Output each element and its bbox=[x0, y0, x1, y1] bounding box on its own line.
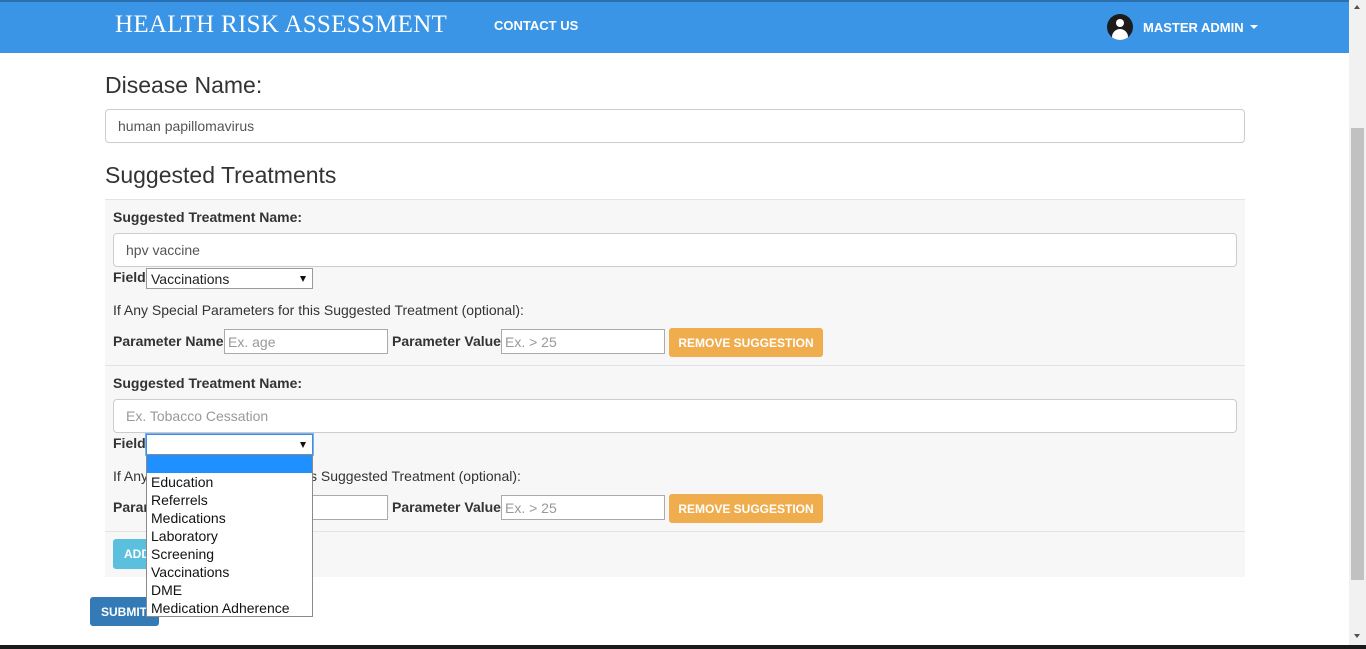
remove-suggestion-button[interactable]: REMOVE SUGGESTION bbox=[669, 494, 823, 523]
app-brand[interactable]: HEALTH RISK ASSESSMENT bbox=[115, 11, 447, 39]
field-dropdown-list[interactable]: Education Referrels Medications Laborato… bbox=[146, 454, 313, 617]
params-hint-end: s Suggested Treatment (optional): bbox=[310, 468, 521, 484]
dropdown-option[interactable]: Education bbox=[147, 473, 312, 491]
dropdown-option[interactable]: Referrels bbox=[147, 491, 312, 509]
page-scrollbar[interactable] bbox=[1349, 0, 1366, 645]
user-avatar-icon bbox=[1107, 14, 1133, 40]
param-value-input[interactable]: Ex. > 25 bbox=[501, 329, 665, 354]
field-label: Field bbox=[113, 435, 146, 451]
dropdown-arrow-icon bbox=[300, 442, 306, 448]
dropdown-option[interactable]: Laboratory bbox=[147, 527, 312, 545]
params-hint-start: If Any bbox=[113, 468, 149, 484]
dropdown-option[interactable] bbox=[147, 455, 312, 473]
caret-down-icon bbox=[1249, 25, 1258, 29]
treatment-name-input[interactable]: Ex. Tobacco Cessation bbox=[113, 399, 1237, 433]
nav-contact-us[interactable]: CONTACT US bbox=[494, 18, 578, 33]
os-taskbar-edge bbox=[0, 645, 1366, 649]
params-hint: If Any Special Parameters for this Sugge… bbox=[113, 302, 524, 318]
param-name-label: Parameter Name: bbox=[113, 333, 229, 349]
treatment-name-label: Suggested Treatment Name: bbox=[113, 209, 303, 225]
dropdown-option[interactable]: Medications bbox=[147, 509, 312, 527]
field-select-value: Vaccinations bbox=[151, 270, 230, 287]
suggested-treatments-heading: Suggested Treatments bbox=[105, 162, 337, 188]
param-name-input[interactable]: Ex. age bbox=[224, 329, 388, 354]
treatment-name-label: Suggested Treatment Name: bbox=[113, 375, 303, 391]
param-value-input[interactable]: Ex. > 25 bbox=[501, 495, 665, 520]
disease-name-input[interactable]: human papillomavirus bbox=[105, 109, 1245, 143]
scroll-up-arrow-icon[interactable] bbox=[1354, 5, 1360, 9]
remove-suggestion-button[interactable]: REMOVE SUGGESTION bbox=[669, 328, 823, 357]
dropdown-option[interactable]: Vaccinations bbox=[147, 563, 312, 581]
field-select[interactable]: Vaccinations bbox=[146, 268, 313, 289]
treatment-name-input[interactable]: hpv vaccine bbox=[113, 233, 1237, 267]
scrollbar-thumb[interactable] bbox=[1351, 128, 1364, 580]
user-menu[interactable]: MASTER ADMIN bbox=[1107, 14, 1258, 40]
dropdown-arrow-icon bbox=[300, 276, 306, 282]
top-navbar: HEALTH RISK ASSESSMENT CONTACT US MASTER… bbox=[0, 0, 1349, 53]
dropdown-option[interactable]: Medication Adherence bbox=[147, 599, 312, 617]
param-value-label: Parameter Value: bbox=[392, 333, 506, 349]
dropdown-option[interactable]: Screening bbox=[147, 545, 312, 563]
field-select[interactable] bbox=[146, 434, 313, 455]
scroll-down-arrow-icon[interactable] bbox=[1354, 634, 1360, 638]
param-value-label: Parameter Value: bbox=[392, 499, 506, 515]
field-label: Field bbox=[113, 269, 146, 285]
disease-name-heading: Disease Name: bbox=[105, 72, 263, 98]
user-name: MASTER ADMIN bbox=[1143, 19, 1244, 35]
dropdown-option[interactable]: DME bbox=[147, 581, 312, 599]
